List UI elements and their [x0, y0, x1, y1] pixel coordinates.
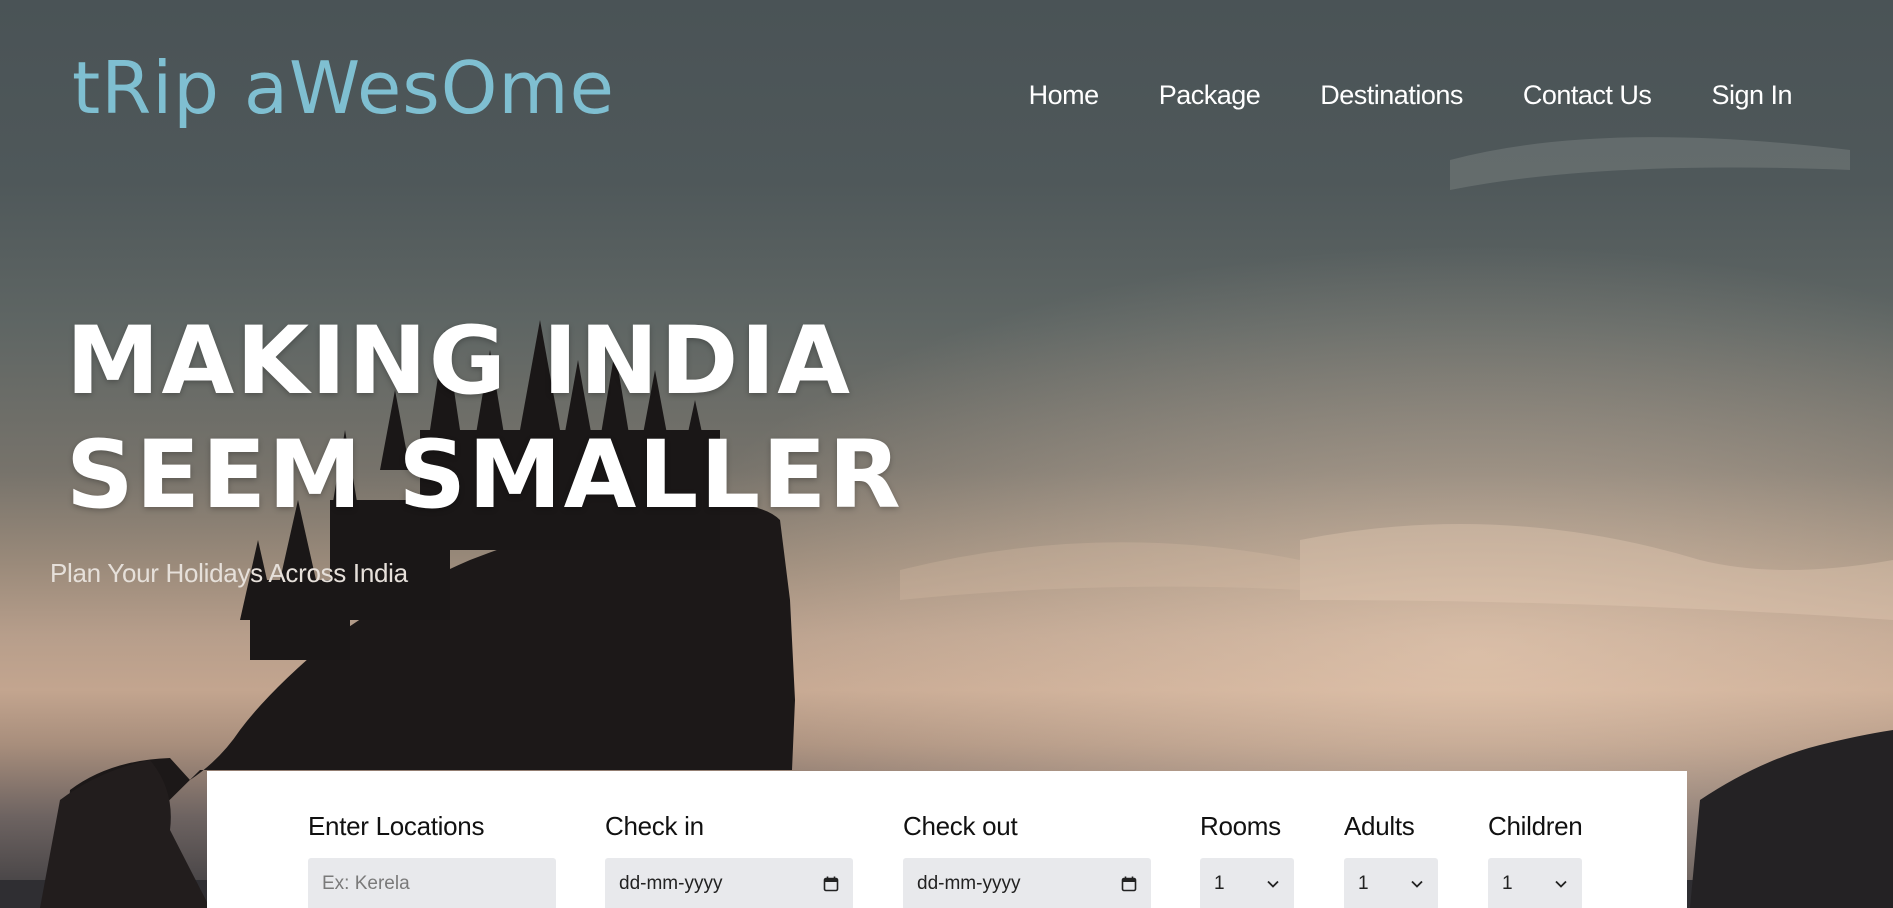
nav-destinations-link[interactable]: Destinations — [1320, 80, 1463, 111]
chevron-down-icon — [1411, 880, 1423, 888]
location-input[interactable] — [308, 858, 556, 908]
checkout-field-group: Check out dd-mm-yyyy — [903, 811, 1151, 908]
adults-select[interactable]: 1 — [1344, 858, 1438, 908]
hero-section: tRip aWesOme Home Package Destinations C… — [0, 0, 1893, 908]
rooms-select[interactable]: 1 — [1200, 858, 1294, 908]
hero-headline: MAKING INDIA SEEM SMALLER — [66, 305, 903, 533]
nav-sign-in-link[interactable]: Sign In — [1711, 80, 1792, 111]
chevron-down-icon — [1267, 880, 1279, 888]
chevron-down-icon — [1555, 880, 1567, 888]
checkin-label: Check in — [605, 811, 704, 841]
hero-tagline: Plan Your Holidays Across India — [50, 558, 408, 588]
nav-contact-us-link[interactable]: Contact Us — [1523, 80, 1652, 111]
checkout-label: Check out — [903, 811, 1018, 841]
children-field-group: Children 1 — [1488, 811, 1583, 908]
children-select[interactable]: 1 — [1488, 858, 1582, 908]
adults-value: 1 — [1358, 873, 1369, 894]
calendar-icon[interactable] — [1121, 876, 1137, 892]
rooms-label: Rooms — [1200, 811, 1281, 841]
nav-home-link[interactable]: Home — [1029, 80, 1100, 111]
checkout-date-value: dd-mm-yyyy — [917, 873, 1021, 894]
children-value: 1 — [1502, 873, 1513, 894]
checkout-date-input[interactable]: dd-mm-yyyy — [903, 858, 1151, 908]
site-logo[interactable]: tRip aWesOme — [72, 52, 615, 124]
main-nav: Home Package Destinations Contact Us Sig… — [1029, 80, 1793, 111]
booking-search-panel: Enter Locations Check in dd-mm-yyyy Chec… — [207, 771, 1687, 908]
headline-line-2: SEEM SMALLER — [66, 421, 903, 530]
checkin-date-value: dd-mm-yyyy — [619, 873, 723, 894]
adults-label: Adults — [1344, 811, 1415, 841]
location-label: Enter Locations — [308, 811, 485, 841]
location-field-group: Enter Locations — [308, 811, 556, 908]
checkin-date-input[interactable]: dd-mm-yyyy — [605, 858, 853, 908]
children-label: Children — [1488, 811, 1583, 841]
rooms-value: 1 — [1214, 873, 1225, 894]
adults-field-group: Adults 1 — [1344, 811, 1438, 908]
calendar-icon[interactable] — [823, 876, 839, 892]
nav-package-link[interactable]: Package — [1159, 80, 1261, 111]
rooms-field-group: Rooms 1 — [1200, 811, 1294, 908]
headline-line-1: MAKING INDIA — [66, 307, 853, 416]
checkin-field-group: Check in dd-mm-yyyy — [605, 811, 853, 908]
